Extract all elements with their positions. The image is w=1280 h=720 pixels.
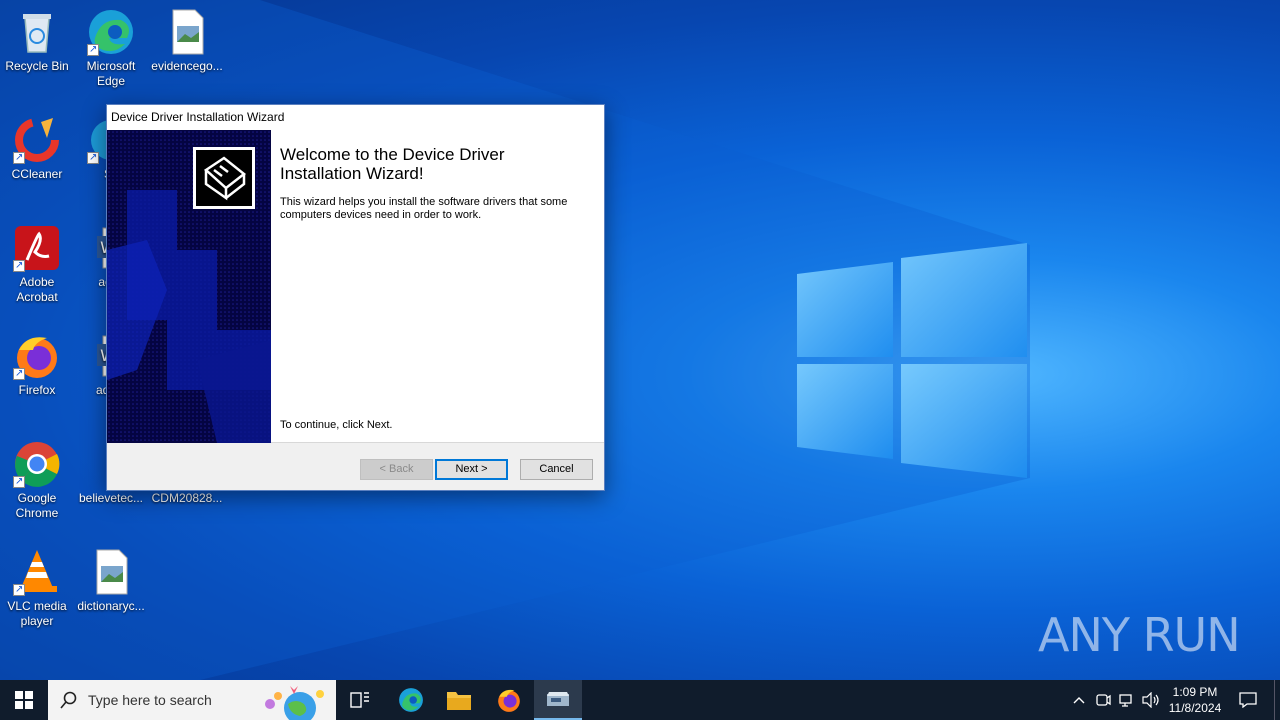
taskbar-driver-wizard[interactable] [534, 680, 582, 720]
windows-start-icon [15, 691, 33, 709]
tray-meet-now[interactable] [1092, 680, 1114, 720]
recycle-bin-icon [13, 8, 61, 56]
show-desktop-divider[interactable] [1274, 680, 1275, 720]
taskbar-firefox[interactable] [486, 680, 532, 720]
wizard-content: Welcome to the Device Driver Installatio… [107, 130, 604, 443]
desktop-icon-edge[interactable]: Microsoft Edge [74, 8, 148, 89]
meet-now-icon [1096, 694, 1111, 706]
desktop-icon-label: VLC media player [7, 599, 67, 628]
desktop-icon-label: evidencego... [151, 59, 223, 73]
folder-icon [447, 692, 471, 710]
chevron-up-icon [1073, 697, 1085, 704]
show-hidden-icons-button[interactable] [1068, 680, 1090, 720]
shortcut-arrow-icon [87, 150, 99, 165]
desktop-icon-evidencego[interactable]: evidencego... [150, 8, 224, 74]
shortcut-arrow-icon [13, 366, 25, 381]
desktop-icon-recycle-bin[interactable]: Recycle Bin [0, 8, 74, 74]
desktop-icon-label: believetec... [78, 491, 144, 505]
image-file-icon [87, 548, 135, 596]
desktop-icon-vlc[interactable]: VLC media player [0, 548, 74, 629]
volume-icon [1142, 692, 1159, 708]
taskbar: Type here to search 1:09 PM 11/8/2024 [0, 680, 1280, 720]
clock-date: 11/8/2024 [1168, 701, 1222, 715]
shortcut-arrow-icon [87, 42, 99, 57]
edge-icon [399, 688, 423, 712]
desktop-icon-label: CCleaner [11, 167, 63, 181]
wizard-description: This wizard helps you install the softwa… [280, 196, 568, 221]
clock-time: 1:09 PM [1172, 685, 1218, 699]
desktop-icon-ccleaner[interactable]: CCleaner [0, 116, 74, 182]
wizard-continue-hint: To continue, click Next. [280, 419, 393, 431]
start-button[interactable] [0, 680, 48, 720]
shortcut-arrow-icon [13, 258, 25, 273]
shortcut-arrow-icon [13, 582, 25, 597]
next-button[interactable]: Next > [435, 459, 508, 480]
back-button[interactable]: < Back [360, 459, 433, 480]
desktop-icon-label: Recycle Bin [5, 59, 69, 73]
tray-clock[interactable]: 1:09 PM 11/8/2024 [1164, 680, 1226, 720]
desktop-icon-label: Google Chrome [15, 491, 59, 520]
shortcut-arrow-icon [13, 150, 25, 165]
task-view-icon [350, 692, 369, 708]
ccleaner-icon [13, 116, 61, 165]
taskbar-edge[interactable] [390, 680, 432, 720]
usb-plug-icon [193, 147, 255, 209]
desktop-icon-firefox[interactable]: Firefox [0, 332, 74, 398]
installer-icon [547, 692, 569, 706]
desktop-icon-label: Microsoft Edge [86, 59, 136, 88]
task-view-button[interactable] [340, 680, 380, 720]
desktop-icon-acrobat[interactable]: Adobe Acrobat [0, 224, 74, 305]
wizard-side-banner [107, 130, 271, 443]
network-icon [1119, 694, 1132, 707]
wizard-heading: Welcome to the Device Driver Installatio… [280, 145, 505, 183]
search-icon [60, 691, 77, 709]
shortcut-arrow-icon [13, 474, 25, 489]
desktop-icon-dictionary[interactable]: dictionaryc... [74, 548, 148, 614]
anyrun-watermark: ANY RUN [1038, 608, 1241, 662]
image-file-icon [163, 8, 211, 56]
desktop-icon-label: Adobe Acrobat [16, 275, 58, 304]
notification-icon [1239, 692, 1257, 708]
search-highlight-illustration-icon [265, 686, 324, 720]
firefox-icon [13, 332, 61, 381]
taskbar-search-box[interactable]: Type here to search [48, 680, 336, 720]
search-placeholder: Type here to search [88, 692, 212, 708]
tray-volume[interactable] [1140, 680, 1162, 720]
desktop-icon-label: dictionaryc... [77, 599, 145, 613]
vlc-icon [13, 548, 61, 597]
cancel-button[interactable]: Cancel [520, 459, 593, 480]
tray-network[interactable] [1116, 680, 1138, 720]
acrobat-icon [13, 224, 61, 273]
dialog-title[interactable]: Device Driver Installation Wizard [107, 105, 604, 130]
action-center-button[interactable] [1230, 680, 1266, 720]
driver-wizard-dialog: Device Driver Installation Wizard Welcom… [106, 104, 605, 491]
taskbar-file-explorer[interactable] [438, 680, 480, 720]
firefox-icon [498, 689, 520, 712]
desktop-icon-chrome[interactable]: Google Chrome [0, 440, 74, 521]
desktop-icon-label: CDM20828... [151, 491, 223, 505]
edge-icon [87, 8, 135, 57]
chrome-icon [13, 440, 61, 489]
desktop-icon-label: Firefox [18, 383, 56, 397]
